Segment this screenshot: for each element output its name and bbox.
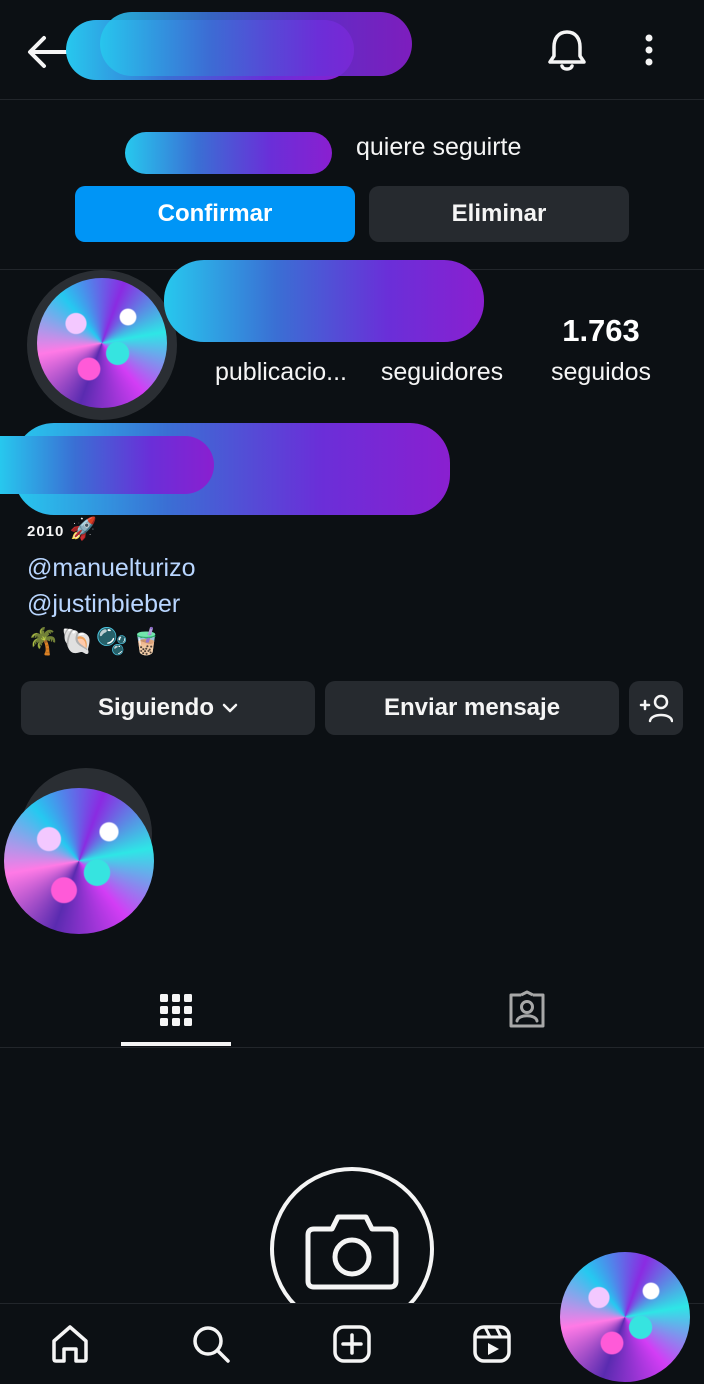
followers-label[interactable]: seguidores	[372, 358, 512, 387]
confirm-button[interactable]: Confirmar	[75, 186, 355, 242]
follow-request-banner: quiere seguirte Confirmar Eliminar	[0, 100, 704, 270]
bio-link-justinbieber[interactable]: @justinbieber	[27, 590, 180, 619]
home-icon	[52, 1325, 88, 1363]
send-message-label: Enviar mensaje	[383, 694, 561, 721]
username-redacted-overlay	[100, 12, 412, 76]
reels-icon	[473, 1325, 511, 1363]
story-highlight[interactable]	[2, 768, 154, 936]
send-message-button[interactable]: Enviar mensaje	[325, 681, 619, 735]
grid-icon	[160, 994, 192, 1026]
profile-avatar	[560, 1252, 690, 1382]
remove-button[interactable]: Eliminar	[369, 186, 629, 242]
active-tab-indicator	[121, 1042, 231, 1046]
profile-avatar	[37, 278, 167, 408]
following-button[interactable]: Siguiendo	[21, 681, 315, 735]
rocket-emoji: 🚀	[69, 516, 98, 541]
following-label[interactable]: seguidos	[541, 358, 661, 387]
camera-icon	[305, 1214, 399, 1290]
profile-tabs	[0, 972, 704, 1048]
following-button-label: Siguiendo	[98, 694, 214, 721]
more-vertical-icon	[645, 34, 653, 66]
bio-name-redacted-overlay	[0, 436, 214, 494]
tagged-person-icon	[509, 990, 545, 1028]
top-bar	[0, 0, 704, 100]
nav-reels[interactable]	[466, 1318, 518, 1370]
story-highlight-cover	[4, 788, 154, 934]
follow-request-text: quiere seguirte	[356, 133, 522, 161]
tab-posts-grid[interactable]	[121, 972, 231, 1048]
bell-icon	[548, 30, 586, 71]
requester-name-redacted	[125, 132, 332, 174]
chevron-down-icon	[222, 703, 238, 713]
search-icon	[193, 1326, 230, 1363]
profile-avatar-ring[interactable]	[27, 270, 177, 420]
bio-link-manuelturizo[interactable]: @manuelturizo	[27, 554, 196, 583]
back-button[interactable]	[26, 30, 70, 74]
nav-create[interactable]	[326, 1318, 378, 1370]
bio-year: 2010 🚀	[27, 516, 98, 542]
nav-profile[interactable]	[560, 1252, 690, 1382]
more-options-button[interactable]	[636, 30, 662, 70]
tab-tagged[interactable]	[472, 972, 582, 1048]
bio-emojis: 🌴🐚🫧🧋	[27, 626, 165, 656]
nav-search[interactable]	[185, 1318, 237, 1370]
add-user-icon	[639, 694, 673, 723]
arrow-left-icon	[28, 36, 68, 68]
posts-label[interactable]: publicacio...	[205, 358, 357, 387]
add-user-button[interactable]	[629, 681, 683, 735]
plus-square-icon	[333, 1325, 371, 1363]
display-name-redacted	[164, 260, 484, 342]
following-count[interactable]: 1.763	[546, 313, 656, 349]
bio-year-text: 2010	[27, 523, 65, 540]
bottom-navigation	[0, 1252, 704, 1384]
nav-home[interactable]	[44, 1318, 96, 1370]
notifications-button[interactable]	[545, 26, 589, 74]
